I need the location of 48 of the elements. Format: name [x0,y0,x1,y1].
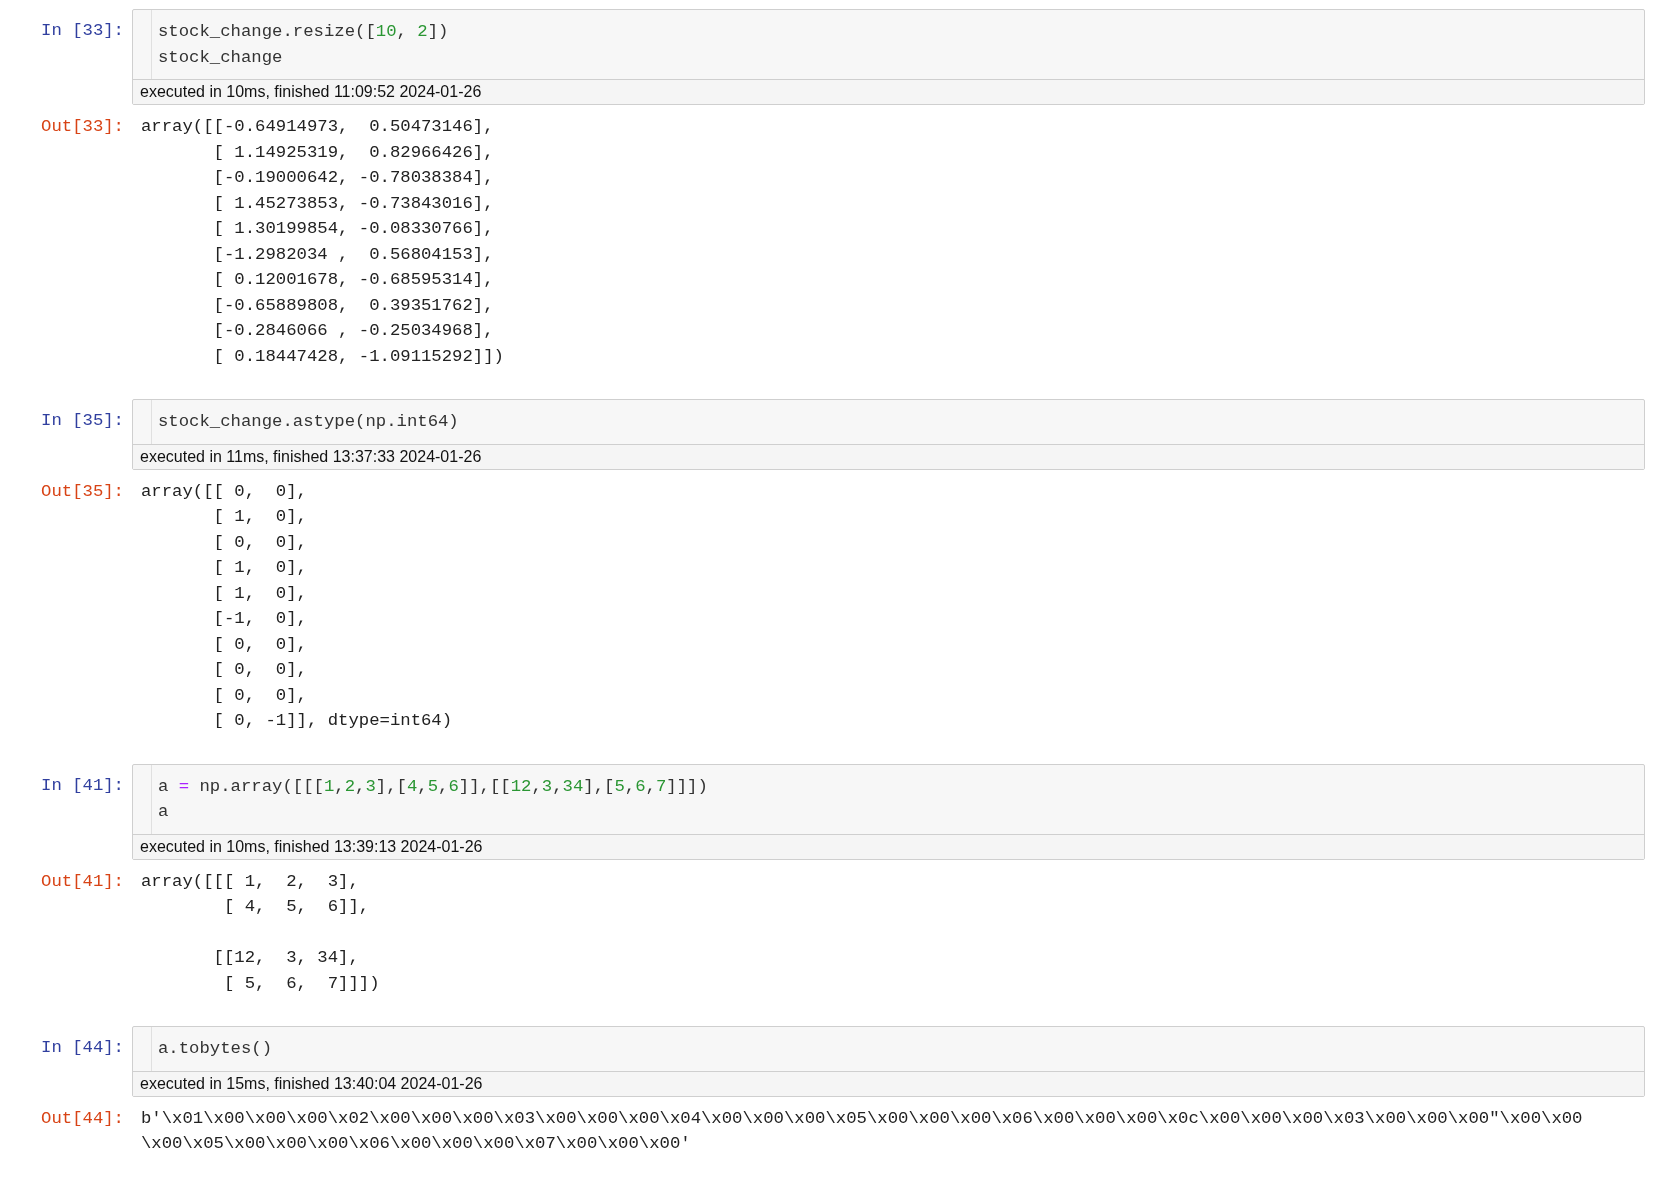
output-line: [-0.19000642, -0.78038384], [212,167,494,189]
output-line: [ 5, 6, 7]]]) [222,972,380,995]
output-line: [ 1, 0], [212,506,307,528]
execution-info: executed in 11ms, finished 13:37:33 2024-01-26 [133,443,1644,469]
output-line: [ 0, 0], [212,531,307,554]
execution-info: executed in 10ms, finished 11:09:52 2024-01-26 [133,79,1644,104]
output-line: \x00\x05\x00\x00\x00\x06\x00\x00\x00\x07\x00\x00\x00' [141,1133,691,1155]
output-line: [ 1.30199854, -0.08330766], [212,218,494,240]
output-line: [ 1.14925319, 0.82966426], [212,141,494,164]
execution-info: executed in 10ms, finished 13:39:13 2024-01-26 [133,833,1644,859]
code-line: a = np.array([[[1,2,3],[4,5,6]],[[12,3,34],[5,6,7]]]) [158,775,708,798]
output-line: [ 0, 0], [212,684,307,707]
output-line: array([[[ 1, 2, 3], [141,870,359,893]
code-line: a.tobytes() [158,1038,273,1060]
output-line: array([[ 0, 0], [141,480,307,503]
execution-info: executed in 15ms, finished 13:40:04 2024-01-26 [133,1070,1644,1096]
output-line: [-0.65889808, 0.39351762], [212,294,494,317]
output-line: [-1.2982034 , 0.56804153], [212,243,494,266]
output-line: [-0.2846066 , -0.25034968], [212,320,494,342]
output-line: [ 0, 0], [212,659,307,681]
output-line: b'\x01\x00\x00\x00\x02\x00\x00\x00\x03\x00\x00\x00\x04\x00\x00\x00\x05\x00\x00\x00\x06\x00\x00\x00\x0c\x00\x00\x00\x03\x00\x00\x00"\x00\x00 [141,1107,1583,1130]
output-prompt: Out[35]: [40,480,125,503]
output-line: [[12, 3, 34], [212,947,359,969]
input-prompt: In [41]: [40,774,125,797]
code-line: stock_change.resize([10, 2]) [158,21,449,43]
output-line: [ 1.45273853, -0.73843016], [212,192,494,215]
code-cell[interactable]: stock_change.astype(np.int64) executed in 11ms, finished 13:37:33 2024-01-26 [132,399,1645,470]
output-line: [ 0, 0], [212,633,307,656]
code-line: stock_change [158,46,283,69]
code-cell[interactable]: a = np.array([[[1,2,3],[4,5,6]],[[12,3,34],[5,6,7]]]) a executed in 10ms, finished 13:39:13 2024-01-26 [132,763,1645,860]
output-line: array([[-0.64914973, 0.50473146], [141,116,494,138]
output-line: [-1, 0], [212,608,307,630]
output-prompt: Out[33]: [40,116,125,138]
code-cell[interactable]: stock_change.resize([10, 2]) stock_change executed in 10ms, finished 11:09:52 2024-01-26 [132,9,1645,105]
output-line: [ 1, 0], [212,582,307,605]
input-prompt: In [35]: [40,410,125,432]
output-line: [ 0.12001678, -0.68595314], [212,269,494,291]
output-prompt: Out[41]: [40,870,125,893]
code-line: stock_change.astype(np.int64) [158,411,459,433]
output-line: [ 0, -1]], dtype=int64) [212,710,453,732]
output-prompt: Out[44]: [40,1107,125,1130]
input-prompt: In [44]: [40,1037,125,1059]
output-line: [ 4, 5, 6]], [222,896,370,918]
code-line: a [158,801,169,823]
output-line: [ 1, 0], [212,557,307,579]
input-prompt: In [33]: [40,20,125,42]
output-line: [ 0.18447428, -1.09115292]]) [212,345,504,368]
code-cell[interactable]: a.tobytes() executed in 15ms, finished 13:40:04 2024-01-26 [132,1026,1645,1097]
